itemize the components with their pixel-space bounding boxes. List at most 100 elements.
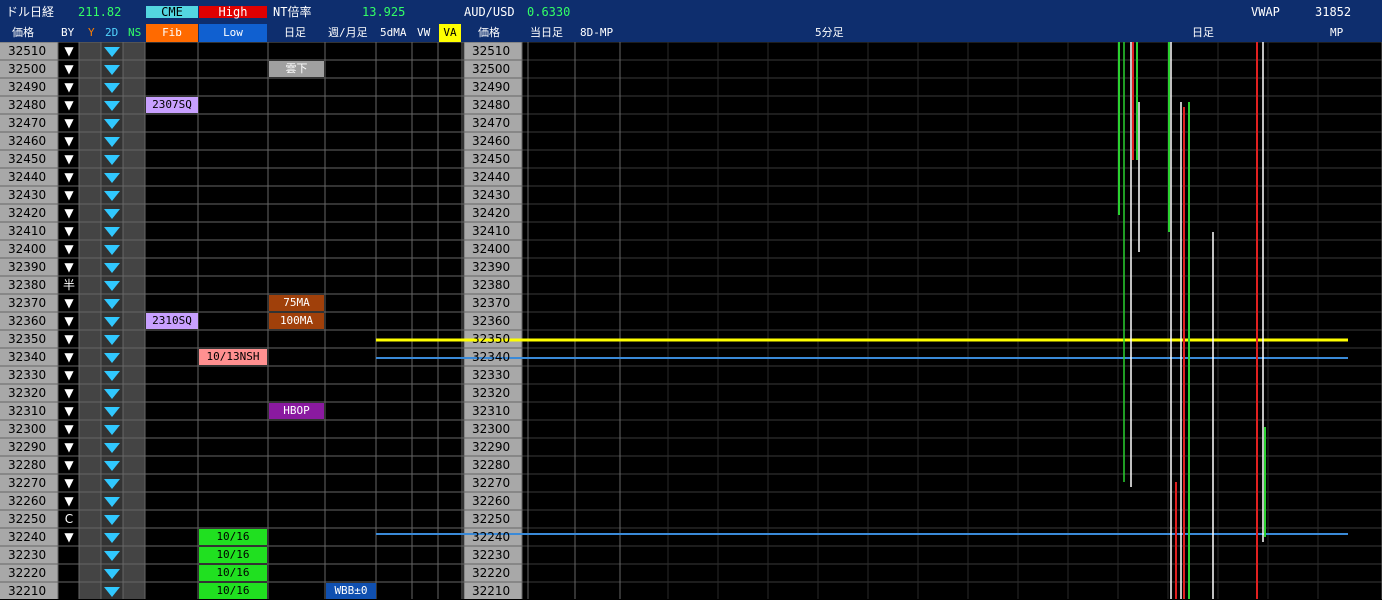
daily-hbop-label: HBOP [269,403,324,419]
price-cell-right: 32450 [472,152,511,166]
price-cell: 32230 [8,548,47,562]
by-marker: ▼ [64,134,74,148]
high-badge[interactable]: High [199,6,267,18]
col-price2: 価格 [478,26,500,39]
price-cell-right: 32460 [472,134,511,148]
price-cell: 32270 [8,476,47,490]
by-marker: ▼ [64,476,74,490]
price-cell: 32490 [8,80,47,94]
price-cell-right: 32220 [472,566,511,580]
by-marker: ▼ [64,170,74,184]
by-marker: C [64,512,74,526]
col-2d: 2D [105,26,119,39]
price-cell-right: 32510 [472,44,511,58]
by-marker: ▼ [64,314,74,328]
by-marker: ▼ [64,80,74,94]
audusd-value: 0.6330 [527,5,571,19]
price-cell-right: 32250 [472,512,511,526]
price-cell-right: 32350 [472,332,511,346]
price-cell: 32460 [8,134,47,148]
price-cell-right: 32490 [472,80,511,94]
by-marker: ▼ [64,44,74,58]
price-cell: 32400 [8,242,47,256]
ns-col-bg [123,42,145,599]
col-5min: 5分足 [815,26,844,39]
price-cell-right: 32480 [472,98,511,112]
price-cell: 32310 [8,404,47,418]
daily-100ma-label: 100MA [269,313,324,329]
price-cell-right: 32390 [472,260,511,274]
top-info-bar: ドル日経 211.82 CME High NT倍率 13.925 AUD/USD… [0,0,1382,24]
by-marker: ▼ [64,242,74,256]
by-marker: ▼ [64,206,74,220]
by-marker: ▼ [64,116,74,130]
low-label-nsh: 10/13NSH [199,349,267,365]
nt-ratio-label: NT倍率 [273,5,312,19]
col-5dma: 5dMA [380,26,407,39]
price-cell: 32250 [8,512,47,526]
price-cell-right: 32500 [472,62,511,76]
price-cell-right: 32210 [472,584,511,598]
price-cell-right: 32330 [472,368,511,382]
by-marker: ▼ [64,404,74,418]
col-fib[interactable]: Fib [146,24,198,42]
vwap-label: VWAP [1251,5,1280,19]
daily-cloud-label: 雲下 [269,61,324,77]
price-cell: 32210 [8,584,47,598]
col-vw: VW [417,26,431,39]
col-ns: NS [128,26,142,39]
by-marker: ▼ [64,494,74,508]
col-va[interactable]: VA [439,24,461,42]
by-marker: ▼ [64,458,74,472]
by-marker: ▼ [64,368,74,382]
price-cell: 32440 [8,170,47,184]
by-marker: ▼ [64,530,74,544]
price-cell: 32290 [8,440,47,454]
price-cell: 32510 [8,44,47,58]
price-cell-right: 32310 [472,404,511,418]
by-marker: ▼ [64,260,74,274]
price-cell-right: 32280 [472,458,511,472]
price-cell-right: 32230 [472,548,511,562]
by-marker: ▼ [64,350,74,364]
price-cell: 32380 [8,278,47,292]
low-1016-label: 10/16 [199,565,267,581]
price-cell-right: 32270 [472,476,511,490]
price-cell: 32370 [8,296,47,310]
price-cell-right: 32440 [472,170,511,184]
by-marker: ▼ [64,62,74,76]
price-cell-right: 32400 [472,242,511,256]
price-cell-right: 32370 [472,296,511,310]
price-ladder-grid [0,42,1382,599]
weekly-bb-label: WBB±0 [326,583,376,599]
by-marker: 半 [62,278,75,292]
price-cell: 32470 [8,116,47,130]
by-marker: ▼ [64,386,74,400]
price-cell: 32450 [8,152,47,166]
audusd-label: AUD/USD [464,5,515,19]
col-8dmp: 8D-MP [580,26,614,39]
usd-nikkei-label: ドル日経 [6,5,55,19]
by-marker: ▼ [64,224,74,238]
price-cell: 32360 [8,314,47,328]
vwap-value: 31852 [1315,5,1352,19]
col-low[interactable]: Low [199,24,267,42]
col-y: Y [88,26,95,39]
low-1016-label: 10/16 [199,529,267,545]
cme-badge[interactable]: CME [146,6,198,18]
by-marker: ▼ [64,422,74,436]
by-marker: ▼ [64,152,74,166]
price-cell: 32430 [8,188,47,202]
by-marker: ▼ [64,188,74,202]
price-cell: 32220 [8,566,47,580]
col-by: BY [61,26,75,39]
y-col-bg [79,42,101,599]
fib-label-2307: 2307SQ [146,97,198,113]
nt-ratio-value: 13.925 [362,5,406,19]
price-cell: 32300 [8,422,47,436]
low-1016-label: 10/16 [199,583,267,599]
price-cell-right: 32410 [472,224,511,238]
col-today: 当日足 [530,26,563,39]
price-cell: 32320 [8,386,47,400]
price-cell: 32410 [8,224,47,238]
